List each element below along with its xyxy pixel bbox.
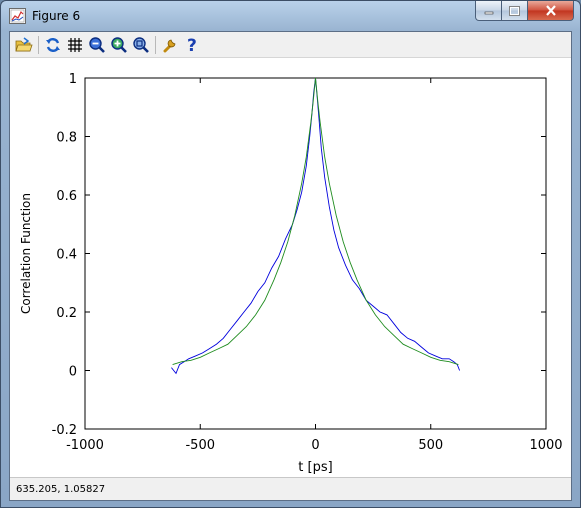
y-tick-label: 1 — [69, 72, 77, 87]
y-tick-label: -0.2 — [52, 423, 77, 438]
zoom-in-icon[interactable] — [108, 34, 130, 56]
plot-area[interactable]: -1000 -500 0 500 1000 -0.2 0 0.2 0.4 0.6 0.8 1 t [p… — [10, 59, 571, 477]
svg-text:?: ? — [187, 36, 197, 54]
status-bar: 635.205, 1.05827 — [10, 477, 571, 500]
wrench-icon[interactable] — [159, 34, 181, 56]
y-tick-label: 0.6 — [56, 189, 77, 204]
figure-window: Figure 6 ? -1000 -500 0 500 1000 -0.2 0 … — [0, 0, 581, 508]
x-tick-label: 0 — [311, 438, 319, 453]
maximize-button[interactable] — [502, 1, 528, 21]
x-tick-label: 1000 — [529, 438, 562, 453]
window-controls — [475, 1, 574, 21]
title-bar[interactable]: Figure 6 — [1, 1, 580, 31]
toolbar-separator — [155, 35, 156, 54]
zoom-reset-icon[interactable] — [130, 34, 152, 56]
zoom-out-icon[interactable] — [86, 34, 108, 56]
minimize-button[interactable] — [475, 1, 502, 21]
minimize-icon — [484, 11, 493, 14]
x-tick-label: 500 — [418, 438, 443, 453]
correlation-chart: -1000 -500 0 500 1000 -0.2 0 0.2 0.4 0.6 0.8 1 t [p… — [19, 72, 563, 475]
refresh-icon[interactable] — [42, 34, 64, 56]
x-tick-label: -500 — [185, 438, 215, 453]
figure-toolbar: ? — [10, 32, 571, 58]
maximize-icon — [509, 5, 520, 16]
help-icon[interactable]: ? — [181, 34, 203, 56]
toolbar-separator — [38, 35, 39, 54]
x-axis-label: t [ps] — [298, 460, 332, 475]
close-icon — [545, 5, 556, 16]
close-button[interactable] — [528, 1, 574, 21]
grid-icon[interactable] — [64, 34, 86, 56]
y-tick-label: 0 — [69, 365, 77, 380]
figure-client-area: ? -1000 -500 0 500 1000 -0.2 0 0.2 0.4 0.6 0.8 1 t … — [9, 31, 572, 501]
axes-frame — [84, 77, 547, 430]
figure-app-icon — [9, 8, 26, 24]
x-tick-label: -1000 — [66, 438, 104, 453]
y-tick-label: 0.2 — [56, 306, 77, 321]
open-folder-icon[interactable] — [13, 34, 35, 56]
y-axis-label: Correlation Function — [19, 193, 33, 314]
y-tick-label: 0.8 — [56, 131, 77, 146]
y-tick-label: 0.4 — [56, 248, 77, 263]
window-title: Figure 6 — [32, 9, 81, 23]
cursor-coordinates: 635.205, 1.05827 — [16, 484, 106, 495]
